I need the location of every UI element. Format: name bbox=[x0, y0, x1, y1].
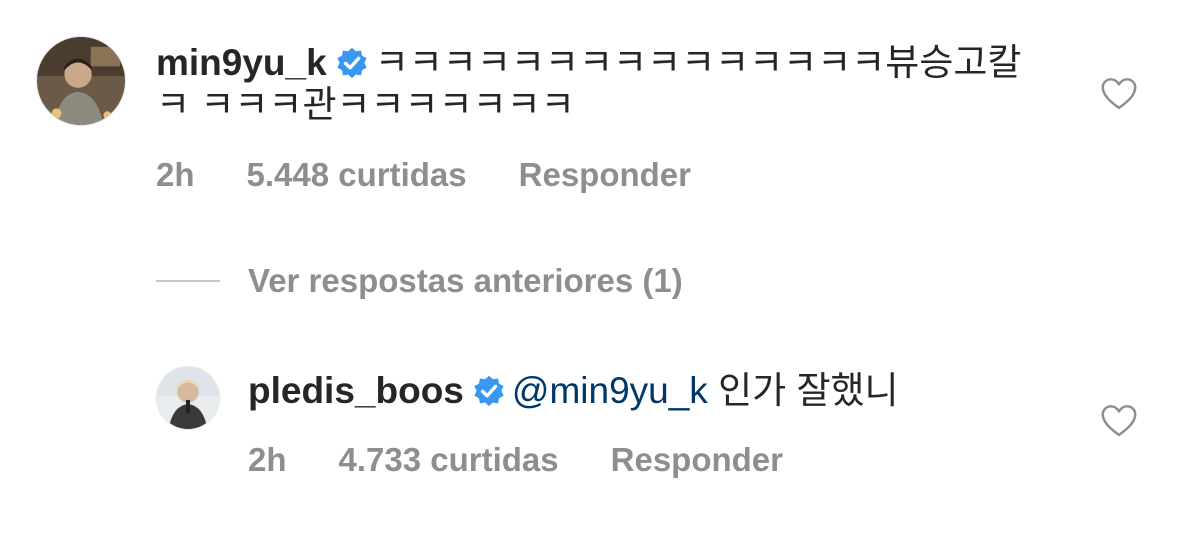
reply-button[interactable]: Responder bbox=[519, 156, 691, 194]
view-replies-toggle[interactable]: Ver respostas anteriores (1) bbox=[156, 262, 683, 300]
verified-badge-icon bbox=[335, 46, 369, 80]
reply-username[interactable]: pledis_boos bbox=[248, 370, 464, 411]
comment-likes[interactable]: 5.448 curtidas bbox=[247, 156, 467, 194]
reply-mention[interactable]: @min9yu_k bbox=[512, 370, 708, 411]
reply-time[interactable]: 2h bbox=[248, 441, 287, 479]
comment-text-block: min9yu_k ㅋㅋㅋㅋㅋㅋㅋㅋㅋㅋㅋㅋㅋㅋㅋ뷰승고칼ㅋ ㅋㅋㅋ관ㅋㅋㅋㅋㅋㅋㅋ bbox=[156, 42, 1036, 126]
heart-outline-icon[interactable] bbox=[1100, 404, 1138, 438]
comment-username[interactable]: min9yu_k bbox=[156, 42, 327, 83]
reply-button[interactable]: Responder bbox=[611, 441, 783, 479]
comment-time[interactable]: 2h bbox=[156, 156, 195, 194]
reply-text-block: pledis_boos @min9yu_k 인가 잘했니 bbox=[248, 370, 1068, 412]
avatar-pledis-boos[interactable] bbox=[156, 366, 220, 430]
reply-meta: 2h 4.733 curtidas Responder bbox=[248, 441, 783, 479]
avatar-min9yu-k[interactable] bbox=[36, 36, 126, 126]
heart-outline-icon[interactable] bbox=[1100, 77, 1138, 111]
reply-likes[interactable]: 4.733 curtidas bbox=[339, 441, 559, 479]
divider bbox=[156, 280, 220, 282]
view-replies-label[interactable]: Ver respostas anteriores (1) bbox=[248, 262, 683, 300]
comment-meta: 2h 5.448 curtidas Responder bbox=[156, 156, 691, 194]
verified-badge-icon bbox=[472, 374, 506, 408]
reply-body: 인가 잘했니 bbox=[707, 370, 899, 411]
